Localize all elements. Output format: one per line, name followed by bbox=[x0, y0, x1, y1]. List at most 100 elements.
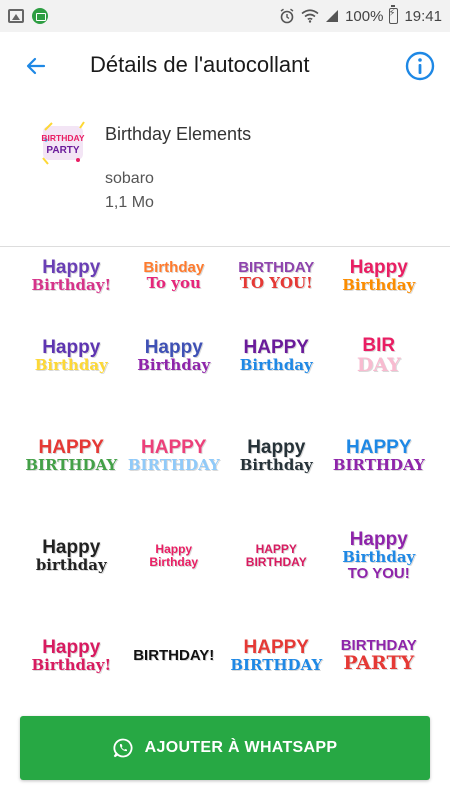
tray-line-1: BIRTHDAY bbox=[41, 133, 84, 143]
sticker: BIRTHDAY PARTY bbox=[339, 616, 419, 696]
sticker-cell[interactable]: BIRTHDAY TO YOU! bbox=[225, 246, 328, 321]
sticker-cell[interactable]: HAPPY BIRTHDAY bbox=[123, 411, 226, 501]
sticker-text: HAPPY bbox=[38, 437, 104, 459]
battery-icon bbox=[388, 5, 399, 24]
sticker-cell[interactable]: HAPPY BIRTHDAY bbox=[328, 411, 431, 501]
page-title: Détails de l'autocollant bbox=[90, 52, 310, 77]
sticker-text: HAPPY BIRTHDAY bbox=[245, 542, 307, 569]
pack-size: 1,1 Mo bbox=[105, 194, 154, 211]
sticker-text: BIRTHDAY bbox=[25, 456, 118, 475]
clock: 19:41 bbox=[404, 7, 442, 25]
sticker-cell[interactable]: Birthday To you bbox=[123, 246, 226, 321]
sticker-text: TO YOU! bbox=[239, 274, 313, 292]
sticker-row: Happy Birthday! Birthday To you BIRTHDAY TO Y… bbox=[20, 246, 430, 321]
wifi-icon bbox=[301, 9, 319, 23]
whatsapp-icon bbox=[113, 738, 133, 758]
sticker-text: Happy bbox=[42, 537, 101, 559]
sticker-text: Happy bbox=[144, 337, 203, 359]
sticker: HAPPY BIRTHDAY bbox=[230, 616, 322, 696]
pack-author: sobaro bbox=[105, 170, 154, 187]
tray-line-2: PARTY bbox=[46, 145, 79, 156]
sticker-cell[interactable]: Happy Birthday! bbox=[20, 611, 123, 701]
status-bar-right: 100% 19:41 bbox=[279, 5, 442, 25]
sticker: BIRTHDAY! bbox=[133, 616, 214, 696]
sticker-cell[interactable]: Happy Birthday TO YOU! bbox=[328, 511, 431, 601]
signal-icon bbox=[326, 10, 339, 22]
back-arrow-icon bbox=[26, 57, 46, 75]
sticker-cell[interactable]: HAPPY Birthday bbox=[225, 311, 328, 401]
sticker-text: HAPPY bbox=[243, 637, 309, 659]
add-button-label: AJOUTER À WHATSAPP bbox=[144, 739, 338, 756]
sticker-cell[interactable]: Happy Birthday bbox=[20, 311, 123, 401]
sticker-text: BIRTHDAY bbox=[230, 656, 323, 675]
sticker-text: PARTY bbox=[343, 651, 415, 674]
sticker: Happy Birthday bbox=[31, 316, 111, 396]
sticker: HAPPY BIRTHDAY bbox=[25, 416, 117, 496]
sticker-cell[interactable]: Happy Birthday! bbox=[20, 246, 123, 321]
sticker-text: Happy bbox=[42, 637, 101, 659]
sticker: Happy Birthday bbox=[339, 246, 419, 316]
add-to-whatsapp-button[interactable]: AJOUTER À WHATSAPP bbox=[20, 716, 430, 780]
sticker-cell[interactable]: Happy Birthday bbox=[328, 246, 431, 321]
sticker-cell[interactable]: BIRTHDAY! bbox=[123, 611, 226, 701]
info-button[interactable] bbox=[404, 50, 436, 82]
sticker-text: Birthday bbox=[342, 548, 416, 567]
sticker-text: Happy bbox=[247, 437, 306, 459]
sticker: Happy Birthday! bbox=[31, 246, 111, 316]
sticker: Birthday To you bbox=[134, 246, 214, 316]
sticker-cell[interactable]: Happy Birthday bbox=[123, 311, 226, 401]
battery-percent: 100% bbox=[345, 7, 384, 25]
alarm-icon bbox=[280, 8, 294, 24]
sticker-cell[interactable]: Happy Birthday bbox=[123, 511, 226, 601]
status-bar-left bbox=[8, 8, 48, 24]
sticker-text: BIRTHDAY bbox=[127, 456, 220, 475]
sticker: Happy Birthday bbox=[236, 416, 316, 496]
sticker-text: Happy Birthday bbox=[149, 542, 199, 569]
sticker-text: BIR bbox=[362, 335, 396, 357]
back-button[interactable] bbox=[20, 50, 52, 82]
sticker-text: HAPPY bbox=[243, 337, 309, 359]
sticker: HAPPY BIRTHDAY bbox=[236, 516, 316, 596]
info-icon bbox=[405, 51, 435, 81]
sticker-row: Happy birthday Happy Birthday HAPPY BIRTHDA… bbox=[20, 511, 430, 601]
sticker-cell[interactable]: HAPPY BIRTHDAY bbox=[20, 411, 123, 501]
sticker-text: Happy bbox=[42, 337, 101, 359]
sticker: Happy Birthday TO YOU! bbox=[339, 516, 419, 596]
sticker-cell[interactable]: HAPPY BIRTHDAY bbox=[225, 511, 328, 601]
sticker-text: BIRTHDAY bbox=[332, 456, 425, 475]
sticker-text: DAY bbox=[356, 354, 401, 376]
pack-name: Birthday Elements bbox=[105, 124, 252, 144]
gallery-icon bbox=[8, 9, 24, 23]
sticker-text: To you bbox=[146, 274, 201, 292]
sticker-cell[interactable]: Happy birthday bbox=[20, 511, 123, 601]
sticker-text: Birthday bbox=[137, 356, 211, 375]
sticker: HAPPY BIRTHDAY bbox=[333, 416, 425, 496]
sticker-row: Happy Birthday! BIRTHDAY! HAPPY BIRTHDAY BIRT… bbox=[20, 611, 430, 701]
sticker-cell[interactable]: BIRTHDAY PARTY bbox=[328, 611, 431, 701]
sticker-text: Birthday! bbox=[31, 656, 112, 675]
sticker-text: HAPPY bbox=[346, 437, 412, 459]
status-bar: 100% 19:41 bbox=[0, 0, 450, 32]
sticker: HAPPY Birthday bbox=[236, 316, 316, 396]
sticker-text: Birthday bbox=[342, 276, 416, 295]
sticker-grid[interactable]: Happy Birthday! Birthday To you BIRTHDAY TO Y… bbox=[20, 246, 430, 706]
sticker-text: Happy bbox=[349, 257, 408, 279]
sticker-text: Birthday bbox=[239, 456, 313, 475]
sticker-text: Birthday bbox=[34, 356, 108, 375]
sticker: BIRTHDAY TO YOU! bbox=[236, 246, 316, 316]
sticker-text: Happy bbox=[42, 257, 101, 279]
sticker-text: Birthday! bbox=[31, 276, 112, 295]
sticker-row: HAPPY BIRTHDAY HAPPY BIRTHDAY Happy Birthday H… bbox=[20, 411, 430, 501]
sticker-cell[interactable]: BIR DAY bbox=[328, 311, 431, 401]
sticker: Happy Birthday bbox=[134, 316, 214, 396]
sticker: Happy Birthday bbox=[134, 516, 214, 596]
tray-icon: BIRTHDAY PARTY bbox=[41, 121, 85, 165]
message-icon bbox=[32, 8, 48, 24]
sticker-details-screen: 100% 19:41 Détails de l'autocollant bbox=[0, 0, 450, 800]
sticker-text: Happy bbox=[349, 529, 408, 551]
sticker-text: TO YOU! bbox=[347, 564, 410, 582]
sticker-cell[interactable]: HAPPY BIRTHDAY bbox=[225, 611, 328, 701]
sticker-cell[interactable]: Happy Birthday bbox=[225, 411, 328, 501]
sticker-text: HAPPY bbox=[141, 437, 207, 459]
sticker: Happy Birthday! bbox=[31, 616, 111, 696]
